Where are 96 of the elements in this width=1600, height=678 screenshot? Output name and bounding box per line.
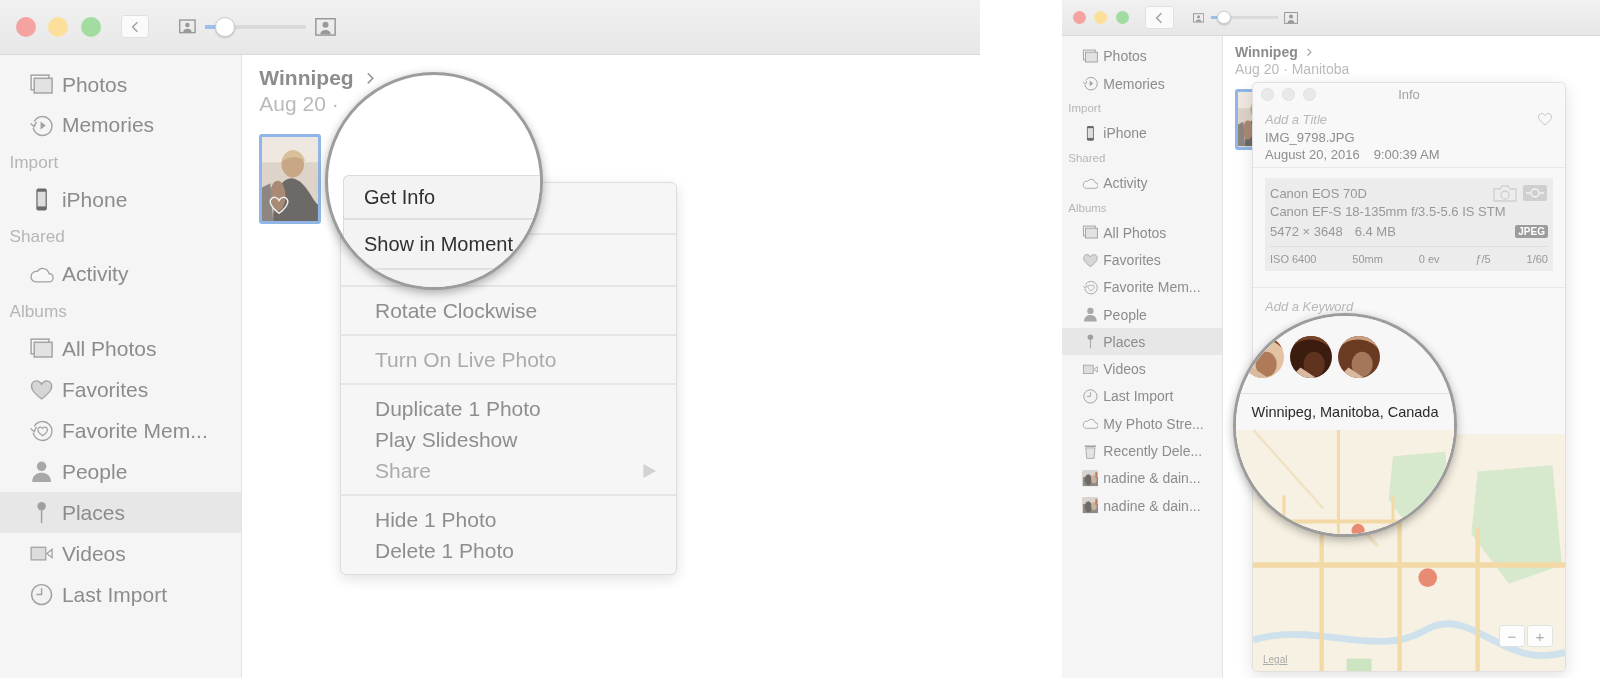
sidebar-item[interactable]: People [0, 451, 241, 493]
close-button[interactable] [15, 16, 36, 37]
location-label: Winnipeg, Manitoba, Canada [1250, 403, 1440, 422]
sidebar-item[interactable]: nadine & dain... [1062, 491, 1222, 520]
section-heading: Shared [1067, 150, 1107, 166]
person-icon [1081, 306, 1099, 323]
exposure-value: 0 ev [1418, 253, 1440, 265]
menu-item[interactable]: Delete 1 Photo [341, 535, 676, 566]
close-button[interactable] [1072, 11, 1086, 25]
zoom-in-button[interactable]: + [1527, 625, 1553, 647]
back-button[interactable] [120, 15, 150, 39]
menu-item[interactable]: Get Info [344, 176, 540, 220]
submenu-arrow-icon [642, 463, 656, 478]
section-heading: Import [1067, 101, 1102, 117]
album-title: Winnipeg [259, 66, 354, 91]
large-photo-icon [1284, 11, 1299, 24]
heart-replay-icon [1081, 278, 1099, 296]
exposure-value: ISO 6400 [1270, 253, 1317, 265]
menu-item[interactable]: Hide 1 Photo [341, 504, 676, 535]
minimize-button[interactable] [1094, 11, 1108, 25]
slider-thumb[interactable] [215, 16, 236, 37]
sidebar-item[interactable]: Last Import [1062, 382, 1222, 411]
clock-icon [1081, 388, 1099, 405]
menu-item[interactable]: Show in Moment [344, 220, 540, 270]
sidebar-item[interactable]: Photos [0, 64, 241, 105]
section-heading: Albums [8, 299, 68, 323]
exposure-value: 50mm [1352, 253, 1383, 265]
photo-stack-icon [1081, 224, 1099, 242]
zoom-button[interactable] [1303, 87, 1316, 101]
section-heading: Albums [1067, 200, 1108, 216]
sidebar-item[interactable]: Activity [0, 254, 241, 295]
photo-stack-icon [1081, 47, 1099, 65]
sidebar-item[interactable]: Places [1062, 328, 1222, 356]
sidebar-item[interactable]: Recently Dele... [1062, 437, 1222, 465]
menu-item[interactable]: Rotate Clockwise [341, 295, 676, 326]
sidebar-item[interactable]: Favorite Mem... [1062, 273, 1222, 301]
large-photo-icon [315, 17, 337, 36]
album-subtitle: Aug 20 · [259, 92, 340, 117]
file-name: IMG_9798.JPG [1265, 129, 1356, 146]
sidebar-item[interactable]: Videos [0, 533, 241, 575]
sidebar-item[interactable]: All Photos [1062, 219, 1222, 247]
small-photo-icon [178, 19, 196, 35]
camera-model: Canon EOS 70D [1270, 185, 1367, 201]
legal-link[interactable]: Legal [1263, 654, 1288, 665]
sidebar-item[interactable]: Favorite Mem... [0, 410, 241, 452]
capture-time: 9:00:39 AM [1373, 146, 1440, 163]
title-field[interactable]: Add a Title [1265, 111, 1445, 127]
lens-model: Canon EF-S 18-135mm f/3.5-5.6 IS STM [1270, 202, 1507, 220]
exposure-value: ƒ/5 [1475, 253, 1491, 265]
chevron-right-icon[interactable] [1304, 47, 1314, 57]
sidebar-item[interactable]: People [1062, 300, 1222, 329]
sidebar-item[interactable]: nadine & dain... [1062, 464, 1222, 492]
zoom-button[interactable] [80, 16, 101, 37]
minimize-button[interactable] [48, 16, 69, 37]
sidebar-item[interactable]: iPhone [0, 179, 241, 221]
section-heading: Shared [8, 225, 66, 249]
sidebar-item[interactable]: Last Import [0, 574, 241, 616]
zoom-out-button[interactable]: − [1499, 625, 1525, 647]
album-subtitle: Aug 20 · Manitoba [1234, 61, 1351, 78]
heart-icon [29, 377, 55, 403]
camera-icon [1492, 183, 1518, 203]
slider-thumb[interactable] [1217, 11, 1231, 25]
sidebar-item[interactable]: iPhone [1062, 119, 1222, 147]
heart-icon[interactable] [1537, 111, 1553, 127]
clock-icon [29, 582, 55, 608]
sidebar-item[interactable]: Places [0, 492, 241, 534]
menu-item[interactable]: Duplicate 1 Photo [341, 393, 676, 424]
chevron-left-icon [129, 20, 141, 33]
sidebar-item[interactable]: My Photo Stre... [1062, 410, 1222, 438]
sidebar-item[interactable]: Photos [1062, 42, 1222, 70]
heart-icon [1081, 251, 1099, 269]
album-title: Winnipeg [1234, 44, 1298, 61]
small-photo-icon [1193, 12, 1205, 23]
section-heading: Import [8, 150, 60, 174]
sidebar-item[interactable]: Videos [1062, 355, 1222, 383]
image-dimensions: 5472 × 3648 [1270, 223, 1343, 239]
sidebar-item[interactable]: Favorites [1062, 246, 1222, 274]
chevron-right-icon[interactable] [364, 71, 377, 85]
sidebar-item[interactable]: Activity [1062, 169, 1222, 197]
back-button[interactable] [1144, 6, 1174, 30]
exposure-value: 1/60 [1526, 253, 1548, 265]
capture-date: August 20, 2016 [1265, 146, 1360, 163]
menu-item[interactable]: Play Slideshow [341, 424, 676, 455]
sidebar-item[interactable]: Memories [1062, 70, 1222, 98]
minimize-button[interactable] [1282, 87, 1295, 101]
metering-icon [1522, 183, 1548, 203]
keyword-field[interactable]: Add a Keyword [1265, 298, 1445, 314]
heart-replay-icon [29, 418, 55, 444]
replay-icon [1081, 75, 1099, 93]
zoom-button[interactable] [1115, 11, 1130, 25]
sidebar-item[interactable]: All Photos [0, 328, 241, 370]
format-badge: JPEG [1515, 224, 1548, 238]
sidebar-item[interactable]: Memories [0, 104, 241, 146]
sidebar-item[interactable]: Favorites [0, 369, 241, 411]
file-size: 6.4 MB [1354, 223, 1396, 239]
panel-title: Info [1398, 86, 1420, 102]
